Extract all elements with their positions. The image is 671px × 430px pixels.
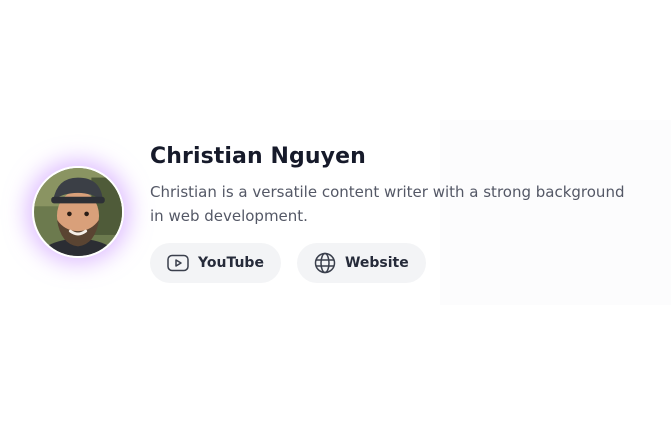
globe-icon — [313, 251, 337, 275]
youtube-icon — [166, 251, 190, 275]
youtube-link-label: YouTube — [198, 255, 264, 271]
author-bio: Christian is a versatile content writer … — [150, 183, 625, 225]
author-links: YouTube Website — [150, 243, 426, 283]
website-link-label: Website — [344, 255, 409, 271]
youtube-link-button[interactable]: YouTube — [150, 243, 281, 283]
avatar — [32, 166, 124, 258]
author-card: Christian Nguyen Christian is a versatil… — [32, 140, 652, 290]
author-name: Christian Nguyen — [150, 144, 366, 169]
avatar-glow — [32, 166, 124, 258]
avatar-photo — [34, 168, 122, 256]
website-link-button[interactable]: Website — [296, 243, 426, 283]
